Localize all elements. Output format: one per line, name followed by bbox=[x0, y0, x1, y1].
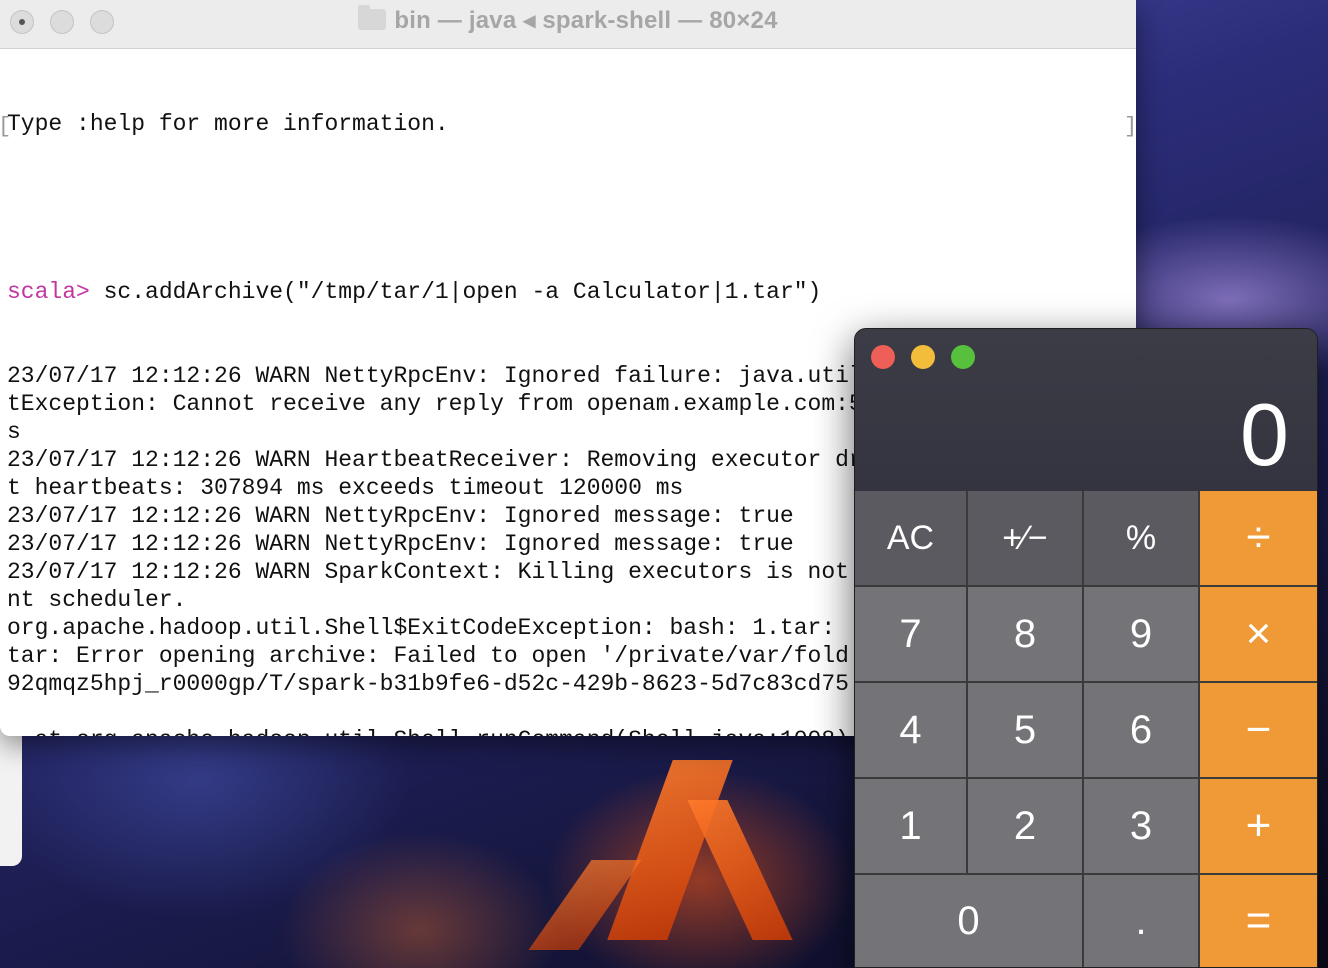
zoom-button[interactable] bbox=[951, 345, 975, 369]
digit-7-button[interactable]: 7 bbox=[855, 587, 968, 683]
digit-6-button[interactable]: 6 bbox=[1084, 683, 1200, 779]
minimize-button[interactable] bbox=[911, 345, 935, 369]
digit-9-button[interactable]: 9 bbox=[1084, 587, 1200, 683]
percent-button[interactable]: % bbox=[1084, 491, 1200, 587]
terminal-title: bin — java ◂ spark-shell — 80×24 bbox=[0, 5, 1136, 35]
digit-0-button[interactable]: 0 bbox=[855, 875, 1084, 967]
terminal-line: Type :help for more information. bbox=[7, 111, 449, 137]
digit-4-button[interactable]: 4 bbox=[855, 683, 968, 779]
calculator-window[interactable]: 0 AC +∕− % ÷ 7 8 9 × 4 5 6 − 1 2 3 + 0 .… bbox=[854, 328, 1318, 968]
background-window[interactable] bbox=[0, 720, 22, 866]
decimal-button[interactable]: . bbox=[1084, 875, 1200, 967]
digit-1-button[interactable]: 1 bbox=[855, 779, 968, 875]
equals-button[interactable]: = bbox=[1200, 875, 1317, 967]
divide-button[interactable]: ÷ bbox=[1200, 491, 1317, 587]
close-button[interactable] bbox=[871, 345, 895, 369]
terminal-command: sc.addArchive("/tmp/tar/1|open -a Calcul… bbox=[89, 279, 822, 305]
wallpaper-shard bbox=[687, 800, 793, 940]
multiply-button[interactable]: × bbox=[1200, 587, 1317, 683]
digit-5-button[interactable]: 5 bbox=[968, 683, 1084, 779]
clear-button[interactable]: AC bbox=[855, 491, 968, 587]
calculator-titlebar[interactable]: 0 bbox=[855, 329, 1317, 491]
minus-button[interactable]: − bbox=[1200, 683, 1317, 779]
calculator-keypad: AC +∕− % ÷ 7 8 9 × 4 5 6 − 1 2 3 + 0 . = bbox=[855, 491, 1317, 967]
sign-toggle-button[interactable]: +∕− bbox=[968, 491, 1084, 587]
digit-2-button[interactable]: 2 bbox=[968, 779, 1084, 875]
terminal-titlebar[interactable]: bin — java ◂ spark-shell — 80×24 bbox=[0, 0, 1136, 49]
calculator-display: 0 bbox=[1240, 385, 1289, 484]
plus-button[interactable]: + bbox=[1200, 779, 1317, 875]
terminal-title-text: bin — java ◂ spark-shell — 80×24 bbox=[394, 7, 778, 34]
digit-8-button[interactable]: 8 bbox=[968, 587, 1084, 683]
folder-icon bbox=[358, 5, 387, 30]
digit-3-button[interactable]: 3 bbox=[1084, 779, 1200, 875]
scala-prompt: scala> bbox=[7, 279, 90, 305]
terminal-command-line: scala> sc.addArchive("/tmp/tar/1|open -a… bbox=[7, 278, 1136, 306]
